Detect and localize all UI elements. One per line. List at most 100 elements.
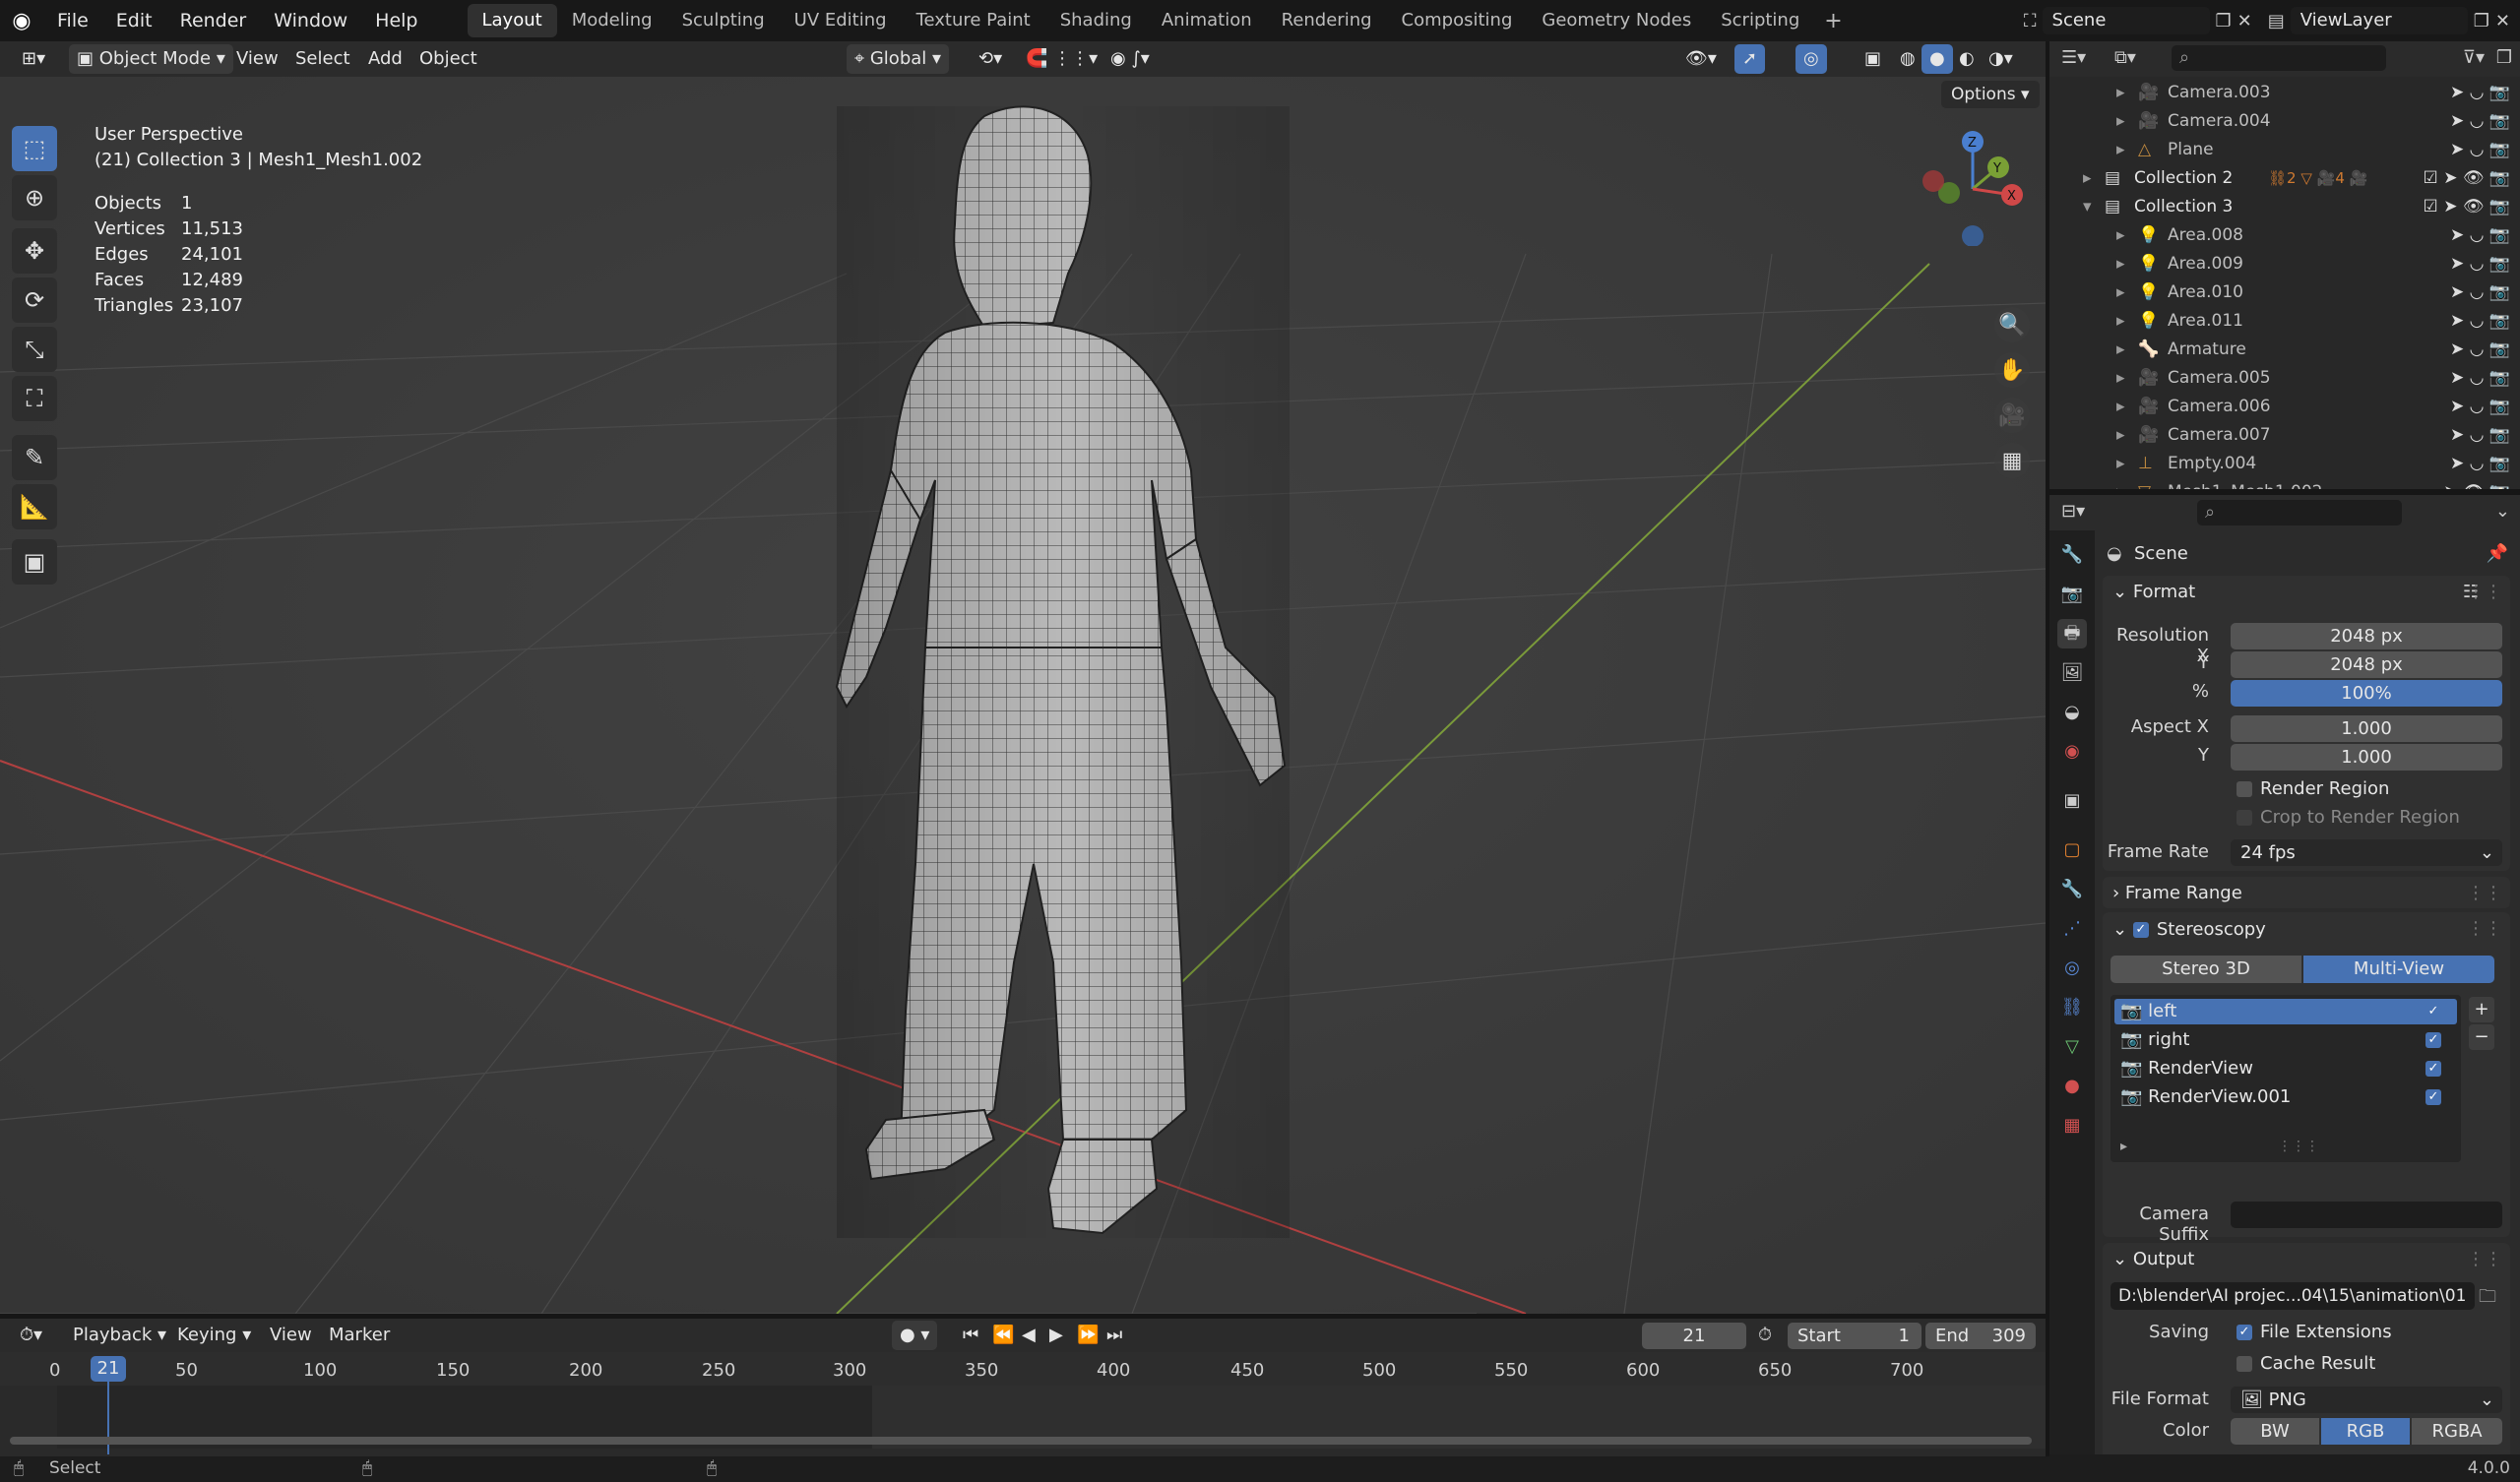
list-item[interactable]: 📷 left ✓ xyxy=(2114,999,2457,1024)
scene-field[interactable]: Scene xyxy=(2042,7,2210,34)
list-item[interactable]: 📷 right ✓ xyxy=(2114,1027,2457,1053)
rotate-tool-icon[interactable]: ⟳ xyxy=(12,278,57,323)
expand-icon[interactable]: ▸ xyxy=(2116,307,2125,336)
tool-tab-icon[interactable]: 🔧 xyxy=(2057,540,2087,570)
list-item[interactable]: 📷 RenderView ✓ xyxy=(2114,1056,2457,1081)
keying-menu[interactable]: Keying ▾ xyxy=(169,1321,259,1350)
texture-tab-icon[interactable]: ▦ xyxy=(2057,1111,2087,1141)
output-header[interactable]: ⌄ Output xyxy=(2112,1249,2194,1269)
outliner-editor-icon[interactable]: ☰▾ xyxy=(2061,47,2086,68)
tab-rendering[interactable]: Rendering xyxy=(1267,4,1387,37)
outliner-row[interactable]: ▸ ▽ Mesh1_Mesh1.002 ➤ 👁 📷 xyxy=(2049,478,2520,489)
row-toggles[interactable]: ➤ ◡ 📷 xyxy=(2450,136,2510,164)
overlay-toggle-icon[interactable]: ◎ xyxy=(1796,44,1827,74)
3d-viewport[interactable]: User Perspective (21) Collection 3 | Mes… xyxy=(0,77,2046,1314)
move-tool-icon[interactable]: ✥ xyxy=(12,228,57,274)
menu-object[interactable]: Object xyxy=(411,44,485,74)
outliner-row[interactable]: ▸ 💡 Area.010 ➤ ◡ 📷 xyxy=(2049,278,2520,307)
expand-icon[interactable]: ▸ xyxy=(2116,421,2125,450)
expand-icon[interactable]: ▸ xyxy=(2116,107,2125,136)
character-mesh[interactable] xyxy=(0,77,2046,1314)
new-scene-icon[interactable]: ❐ xyxy=(2210,11,2237,31)
blender-logo-icon[interactable]: ◉ xyxy=(0,9,43,33)
tab-texture-paint[interactable]: Texture Paint xyxy=(902,4,1045,37)
xray-icon[interactable]: ▣ xyxy=(1857,44,1889,74)
timeline-scrollbar[interactable] xyxy=(10,1437,2032,1445)
expand-icon[interactable]: ▸ xyxy=(2116,136,2125,164)
scene-tab-icon[interactable]: ◒ xyxy=(2057,698,2087,727)
row-toggles[interactable]: ➤ ◡ 📷 xyxy=(2450,221,2510,250)
expand-icon[interactable]: ▸ xyxy=(2116,79,2125,107)
shading-solid-icon[interactable]: ● xyxy=(1922,44,1953,74)
camera-view-icon[interactable]: 🎥 xyxy=(1994,398,2030,433)
menu-render[interactable]: Render xyxy=(166,0,261,41)
view-enabled-checkbox[interactable]: ✓ xyxy=(2426,1061,2441,1077)
world-tab-icon[interactable]: ◉ xyxy=(2057,737,2087,767)
view-layer-icon[interactable]: ▤ xyxy=(2262,11,2291,31)
tab-layout[interactable]: Layout xyxy=(467,4,557,37)
navigation-gizmo[interactable]: Z Y X xyxy=(1914,128,2032,246)
crop-checkbox[interactable]: Crop to Render Region xyxy=(2236,807,2460,828)
data-tab-icon[interactable]: ▽ xyxy=(2057,1032,2087,1062)
drag-handle-icon[interactable]: ⋮⋮ xyxy=(2467,918,2502,939)
row-toggles[interactable]: ➤ ◡ 📷 xyxy=(2450,421,2510,450)
stereoscopy-header[interactable]: ⌄ ✓ Stereoscopy xyxy=(2112,919,2266,940)
menu-edit[interactable]: Edit xyxy=(102,0,166,41)
menu-view[interactable]: View xyxy=(228,44,286,74)
editor-type-icon[interactable]: ⊞▾ xyxy=(14,44,53,74)
color-rgb-button[interactable]: RGB xyxy=(2321,1418,2410,1445)
expand-icon[interactable]: ▸ xyxy=(2083,164,2092,193)
tab-uv-editing[interactable]: UV Editing xyxy=(780,4,902,37)
tab-compositing[interactable]: Compositing xyxy=(1387,4,1528,37)
current-frame-field[interactable]: 21 xyxy=(1642,1323,1746,1349)
modifier-tab-icon[interactable]: 🔧 xyxy=(2057,875,2087,904)
shading-material-icon[interactable]: ◐ xyxy=(1951,44,1983,74)
list-expand-icon[interactable]: ▸ xyxy=(2120,1139,2127,1154)
pan-hand-icon[interactable]: ✋ xyxy=(1994,352,2030,388)
jump-end-icon[interactable]: ⏭ xyxy=(1099,1321,1130,1350)
row-toggles[interactable]: ➤ ◡ 📷 xyxy=(2450,307,2510,336)
particles-tab-icon[interactable]: ⋰ xyxy=(2057,914,2087,944)
expand-icon[interactable]: ▸ xyxy=(2116,393,2125,421)
row-toggles[interactable]: ➤ ◡ 📷 xyxy=(2450,250,2510,278)
start-frame-field[interactable]: Start 1 xyxy=(1788,1323,1922,1349)
view-enabled-checkbox[interactable]: ✓ xyxy=(2426,1032,2441,1048)
material-tab-icon[interactable]: ● xyxy=(2057,1072,2087,1101)
outliner-row[interactable]: ▸ ⊥ Empty.004 ➤ ◡ 📷 xyxy=(2049,450,2520,478)
color-rgba-button[interactable]: RGBA xyxy=(2412,1418,2502,1445)
stereo-3d-button[interactable]: Stereo 3D xyxy=(2110,956,2301,983)
shading-wireframe-icon[interactable]: ◍ xyxy=(1892,44,1923,74)
transform-tool-icon[interactable]: ⛶ xyxy=(12,376,57,421)
remove-scene-icon[interactable]: ✕ xyxy=(2237,11,2262,31)
expand-icon[interactable]: ▸ xyxy=(2116,336,2125,364)
add-workspace-icon[interactable]: + xyxy=(1814,9,1852,33)
tab-animation[interactable]: Animation xyxy=(1147,4,1267,37)
properties-editor-icon[interactable]: ⊟▾ xyxy=(2061,501,2085,522)
view-enabled-checkbox[interactable]: ✓ xyxy=(2426,1089,2441,1105)
outliner-row[interactable]: ▸ 🎥 Camera.003 ➤ ◡ 📷 xyxy=(2049,79,2520,107)
row-toggles[interactable]: ☑ ➤ 👁 📷 xyxy=(2424,164,2510,193)
expand-icon[interactable]: ▸ xyxy=(2116,364,2125,393)
tab-modeling[interactable]: Modeling xyxy=(557,4,667,37)
view-enabled-checkbox[interactable]: ✓ xyxy=(2426,1004,2441,1019)
tab-scripting[interactable]: Scripting xyxy=(1706,4,1814,37)
menu-add[interactable]: Add xyxy=(360,44,410,74)
new-view-layer-icon[interactable]: ❐ xyxy=(2468,11,2495,31)
output-path-input[interactable]: D:\blender\AI projec...04\15\animation\0… xyxy=(2110,1282,2475,1310)
cache-result-checkbox[interactable]: Cache Result xyxy=(2236,1353,2375,1374)
add-view-button[interactable]: + xyxy=(2469,997,2494,1022)
view-layer-tab-icon[interactable]: 🖼 xyxy=(2057,658,2087,688)
menu-select[interactable]: Select xyxy=(287,44,358,74)
options-dropdown[interactable]: Options ▾ xyxy=(1941,81,2040,108)
cursor-tool-icon[interactable]: ⊕ xyxy=(12,175,57,220)
scale-tool-icon[interactable]: ⤡ xyxy=(12,327,57,372)
menu-file[interactable]: File xyxy=(43,0,102,41)
output-tab-icon[interactable]: 🖶 xyxy=(2057,619,2087,648)
drag-handle-icon[interactable]: ⋮⋮ xyxy=(2467,582,2502,602)
row-toggles[interactable]: ➤ 👁 📷 xyxy=(2443,478,2510,489)
snap-icon[interactable]: 🧲 ⋮⋮▾ xyxy=(1018,44,1105,74)
remove-view-button[interactable]: − xyxy=(2469,1024,2494,1050)
pin-icon[interactable]: 📌 xyxy=(2487,543,2508,564)
frame-range-panel[interactable]: › Frame Range ⋮⋮ xyxy=(2103,877,2510,908)
res-pct-slider[interactable]: 100% xyxy=(2231,680,2502,707)
